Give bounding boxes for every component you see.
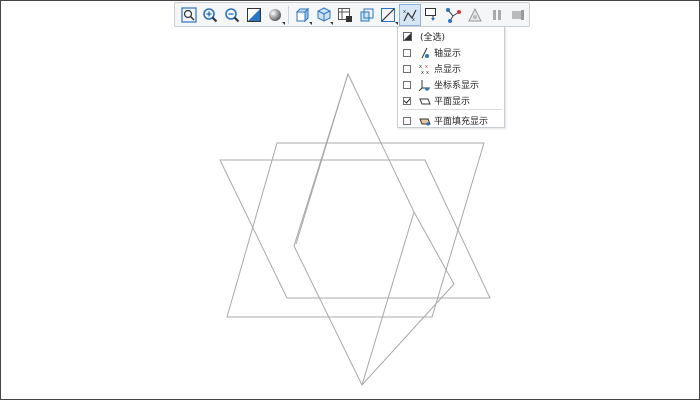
view-toolbar: x x [174, 2, 530, 27]
triangle-mesh-icon [468, 7, 482, 21]
wireframe-box-icon [360, 8, 374, 21]
menu-item-axis[interactable]: 轴显示 [398, 45, 504, 60]
measure-line-button[interactable] [378, 4, 400, 26]
zoom-fit-button[interactable] [178, 4, 200, 26]
section-view-button[interactable] [334, 4, 356, 26]
menu-separator [402, 109, 502, 110]
svg-text:x: x [421, 70, 424, 75]
svg-text:x: x [403, 9, 406, 15]
menu-item-label: 坐标系显示 [434, 81, 480, 91]
measure-line-icon [381, 7, 396, 22]
menu-item-label: 轴显示 [434, 49, 462, 59]
toolbar-separator [288, 5, 290, 24]
plane-icon [419, 98, 431, 104]
menu-item-label: 点显示 [434, 65, 462, 75]
datum-display-icon [424, 7, 436, 21]
node-link-button[interactable] [443, 4, 465, 26]
svg-text:x: x [426, 70, 429, 75]
pause-icon [492, 9, 501, 20]
plane-fill-icon [419, 118, 431, 126]
axis-icon [421, 47, 429, 58]
csys-display-checkbox[interactable] [403, 80, 411, 89]
view-cube-icon [295, 7, 310, 22]
plane-display-checkbox[interactable] [403, 96, 411, 105]
filter-display-icon: x x [403, 9, 417, 23]
point-display-checkbox[interactable] [403, 64, 411, 73]
menu-item-label: 平面显示 [434, 97, 471, 107]
zoom-fit-icon [181, 6, 197, 23]
pause-button[interactable] [486, 4, 508, 26]
node-link-icon [446, 7, 462, 23]
zoom-in-button[interactable] [200, 4, 222, 26]
zoom-out-button[interactable] [221, 4, 243, 26]
menu-item-label: 平面填充显示 [434, 117, 489, 127]
zoom-in-icon [203, 7, 218, 22]
csys-icon [419, 79, 430, 91]
zoom-out-icon [225, 7, 240, 22]
plane-outline-2[interactable] [226, 142, 485, 318]
point-icon: x x x x [419, 64, 429, 75]
dropdown-arrow-icon [395, 21, 399, 25]
view-cube-button[interactable] [291, 4, 313, 26]
shading-button[interactable] [265, 4, 287, 26]
display-mode-button[interactable] [243, 4, 265, 26]
triangle-mesh-button[interactable] [464, 4, 486, 26]
end-button[interactable] [507, 4, 529, 26]
menu-item-plane[interactable]: 平面显示 [398, 93, 504, 108]
dropdown-arrow-icon [282, 21, 286, 25]
select-all-icon [403, 32, 412, 41]
shading-sphere-icon [269, 8, 282, 21]
menu-item-label: (全选) [420, 33, 446, 43]
dropdown-arrow-icon [308, 21, 312, 25]
dropdown-arrow-icon [330, 21, 334, 25]
menu-item-select-all[interactable]: (全选) [398, 29, 504, 44]
plane-edge-1[interactable] [295, 73, 349, 245]
axis-display-checkbox[interactable] [403, 48, 411, 57]
section-view-icon [338, 7, 353, 22]
end-icon [512, 9, 525, 20]
svg-text:x: x [412, 17, 415, 23]
plane-outline-1[interactable] [219, 159, 491, 299]
datum-display-button[interactable] [421, 4, 443, 26]
menu-item-point[interactable]: x x x x 点显示 [398, 61, 504, 76]
graphics-canvas[interactable] [0, 0, 700, 400]
plane-fill-display-checkbox[interactable] [403, 116, 411, 125]
menu-item-csys[interactable]: 坐标系显示 [398, 77, 504, 92]
filter-display-button[interactable]: x x [399, 3, 421, 26]
display-filter-menu: (全选) 轴显示 x x x x 点显示 坐标系显示 平面显示 平面填充显示 [397, 26, 505, 128]
iso-view-button[interactable] [313, 4, 335, 26]
wireframe-box-button[interactable] [356, 4, 378, 26]
display-mode-icon [246, 7, 261, 22]
iso-view-icon [317, 6, 331, 22]
menu-item-plane-fill[interactable]: 平面填充显示 [398, 113, 504, 128]
